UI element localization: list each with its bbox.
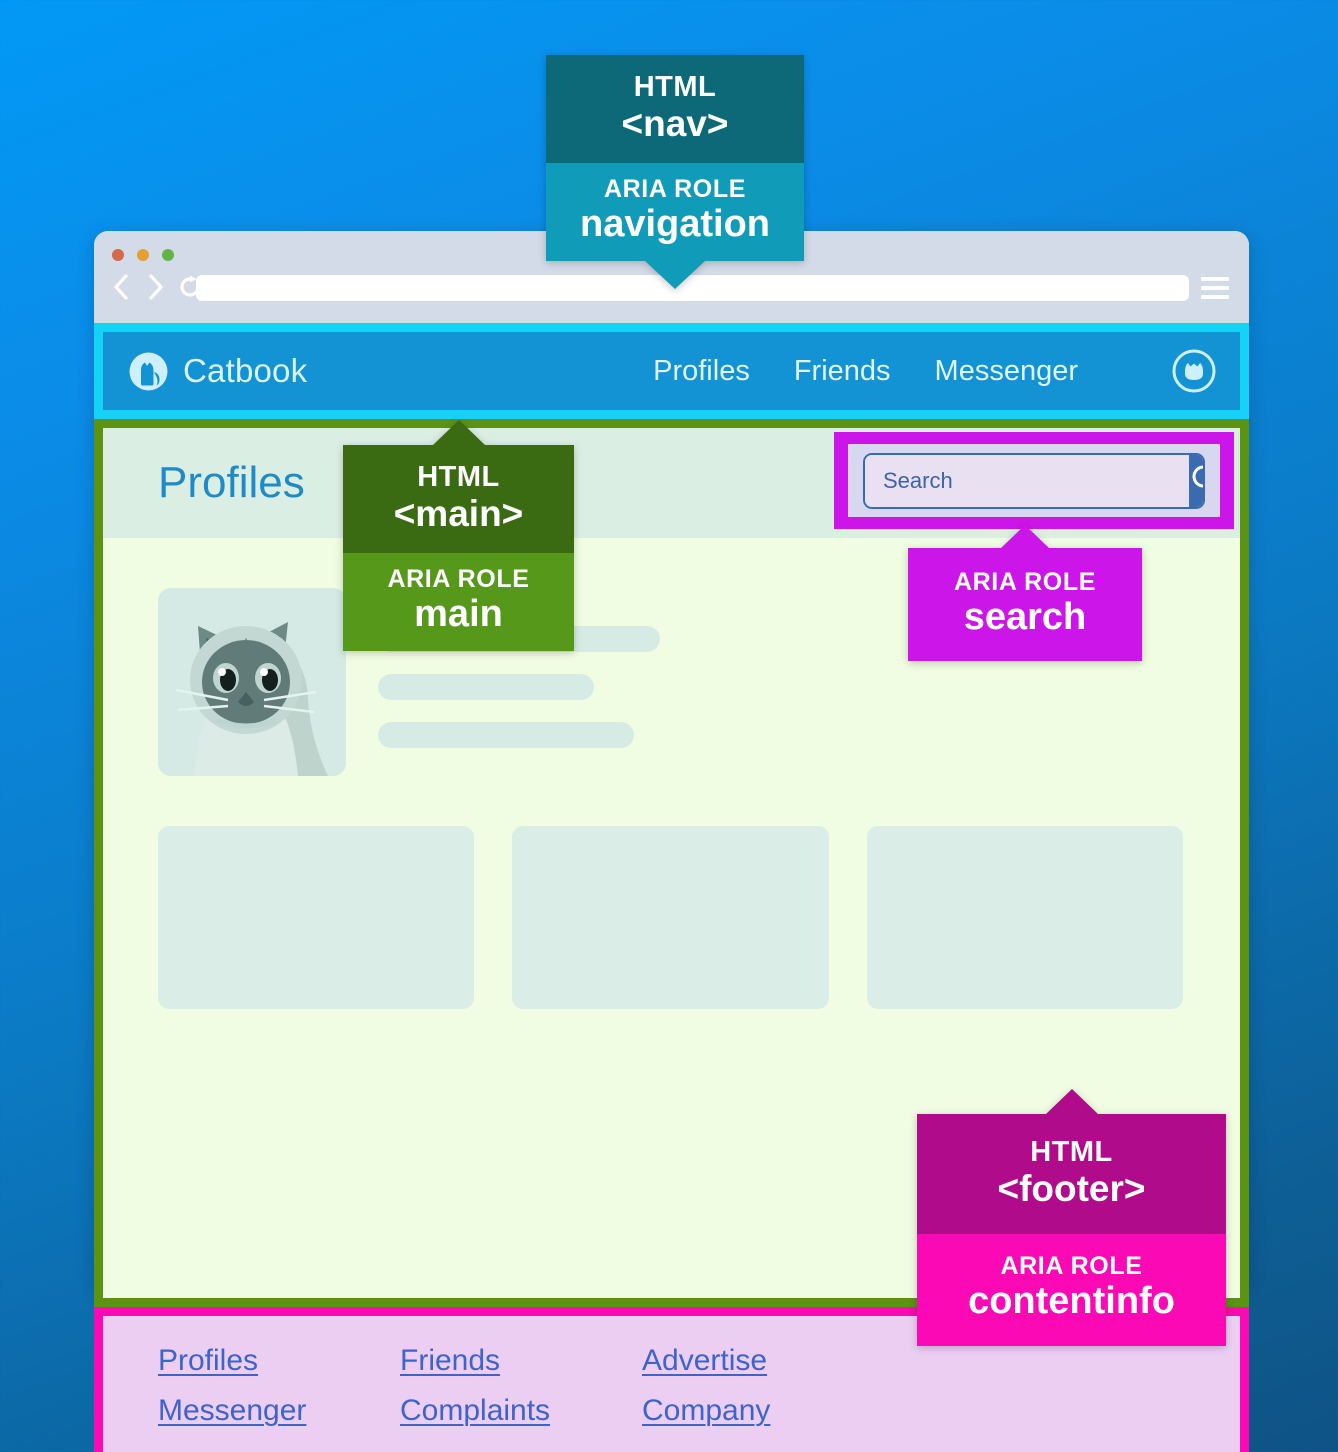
window-controls xyxy=(112,249,174,261)
footer-link-profiles[interactable]: Profiles xyxy=(158,1344,258,1378)
callout-nav-aria: ARIA ROLE navigation xyxy=(546,162,804,262)
footer-link-friends[interactable]: Friends xyxy=(400,1344,500,1378)
callout-nav: HTML <nav> ARIA ROLE navigation xyxy=(546,55,804,290)
content-card-3[interactable] xyxy=(866,826,1183,1009)
callout-pointer-up-icon xyxy=(1046,1089,1098,1114)
footer-column-3: Advertise Company xyxy=(642,1344,884,1428)
callout-main-html: HTML <main> xyxy=(343,445,574,553)
nav-link-messenger[interactable]: Messenger xyxy=(935,355,1078,388)
nav-landmark-highlight: Catbook Profiles Friends Messenger xyxy=(94,323,1249,419)
footer-link-advertise[interactable]: Advertise xyxy=(642,1344,767,1378)
chevron-right-icon[interactable] xyxy=(142,271,168,303)
callout-pointer-down-icon xyxy=(645,261,705,290)
close-window-button[interactable] xyxy=(112,249,124,261)
nav-link-friends[interactable]: Friends xyxy=(794,355,891,388)
callout-aria-label: ARIA ROLE xyxy=(954,568,1096,596)
chevron-left-icon[interactable] xyxy=(108,271,134,303)
footer-column-2: Friends Complaints xyxy=(400,1344,642,1428)
hamburger-line xyxy=(1201,295,1229,299)
callout-aria-role: navigation xyxy=(579,202,771,245)
browser-navigation-controls xyxy=(108,271,204,303)
cat-avatar-icon[interactable] xyxy=(1170,347,1218,395)
brand[interactable]: Catbook xyxy=(127,350,307,393)
callout-footer-html: HTML <footer> xyxy=(917,1114,1226,1234)
callout-aria-label: ARIA ROLE xyxy=(387,564,530,593)
search-region xyxy=(848,444,1220,517)
minimize-window-button[interactable] xyxy=(137,249,149,261)
cat-profile-photo xyxy=(158,588,346,776)
footer-link-company[interactable]: Company xyxy=(642,1394,770,1428)
footer-link-columns: Profiles Messenger Friends Complaints Ad… xyxy=(158,1344,1240,1428)
text-placeholder-line xyxy=(378,722,634,748)
page-title: Profiles xyxy=(158,458,305,507)
nav-link-profiles[interactable]: Profiles xyxy=(653,355,750,388)
callout-pointer-up-icon xyxy=(1001,525,1049,548)
callout-html-tag: <nav> xyxy=(621,103,729,145)
brand-name: Catbook xyxy=(183,352,308,389)
search-icon xyxy=(1189,462,1203,499)
nav-links: Profiles Friends Messenger xyxy=(653,347,1218,395)
callout-aria-label: ARIA ROLE xyxy=(1000,1251,1143,1280)
search-form xyxy=(863,452,1205,509)
site-navigation: Catbook Profiles Friends Messenger xyxy=(103,332,1240,410)
content-card-1[interactable] xyxy=(158,826,475,1009)
callout-nav-html: HTML <nav> xyxy=(546,55,804,163)
hamburger-menu-icon[interactable] xyxy=(1201,277,1229,299)
callout-search-aria: ARIA ROLE search xyxy=(908,548,1142,661)
hamburger-line xyxy=(1201,286,1229,290)
callout-html-label: HTML xyxy=(633,71,717,103)
content-card-row xyxy=(158,826,1183,1009)
footer-column-1: Profiles Messenger xyxy=(158,1344,400,1428)
callout-pointer-up-icon xyxy=(432,420,485,445)
callout-html-tag: <main> xyxy=(393,493,524,535)
callout-aria-label: ARIA ROLE xyxy=(604,174,746,203)
hamburger-line xyxy=(1201,277,1229,281)
callout-aria-role: main xyxy=(414,592,503,635)
callout-aria-role: search xyxy=(963,595,1087,638)
callout-footer-aria: ARIA ROLE contentinfo xyxy=(917,1233,1226,1347)
footer-link-complaints[interactable]: Complaints xyxy=(400,1394,550,1428)
maximize-window-button[interactable] xyxy=(162,249,174,261)
search-landmark-highlight xyxy=(834,432,1234,529)
footer-link-messenger[interactable]: Messenger xyxy=(158,1394,306,1428)
text-placeholder-line xyxy=(378,674,594,700)
search-input[interactable] xyxy=(865,454,1189,507)
callout-html-tag: <footer> xyxy=(997,1168,1146,1210)
callout-html-label: HTML xyxy=(417,461,500,493)
search-button[interactable] xyxy=(1189,454,1203,507)
content-card-2[interactable] xyxy=(512,826,829,1009)
callout-search: ARIA ROLE search xyxy=(908,525,1142,661)
callout-footer: HTML <footer> ARIA ROLE contentinfo xyxy=(917,1089,1226,1347)
callout-main-aria: ARIA ROLE main xyxy=(343,552,574,652)
callout-main: HTML <main> ARIA ROLE main xyxy=(343,420,574,652)
cat-logo-icon xyxy=(127,350,170,393)
callout-html-label: HTML xyxy=(1030,1136,1113,1168)
callout-aria-role: contentinfo xyxy=(968,1279,1175,1322)
